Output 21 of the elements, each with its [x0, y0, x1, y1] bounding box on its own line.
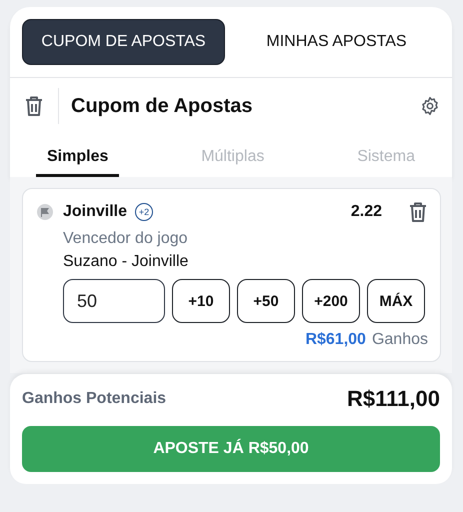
quick-amount-button[interactable]: MÁX: [367, 279, 425, 323]
team-name: Joinville: [63, 203, 128, 221]
trash-icon[interactable]: [408, 201, 428, 223]
coupon-tab[interactable]: CUPOM DE APOSTAS: [22, 19, 225, 65]
potential-winnings-amount: R$111,00: [347, 386, 440, 412]
settings-icon[interactable]: [420, 96, 440, 116]
market-name: Vencedor do jogo: [63, 230, 189, 248]
trash-icon[interactable]: [24, 95, 44, 117]
match-name: Suzano - Joinville: [63, 253, 190, 271]
potential-winnings-label: Ganhos Potenciais: [22, 390, 166, 408]
odds-value: 2.22: [350, 203, 382, 221]
stake-input[interactable]: 50: [63, 279, 165, 323]
winnings-label: Ganhos: [372, 331, 428, 349]
team-crest-icon: [37, 204, 53, 220]
extra-markets-badge[interactable]: +2: [135, 203, 154, 221]
coupon-tab[interactable]: MINHAS APOSTAS: [233, 19, 440, 65]
quick-amount-button[interactable]: +200: [302, 279, 360, 323]
winnings-amount: R$61,00: [305, 331, 366, 349]
quick-amount-button[interactable]: +50: [237, 279, 295, 323]
quick-amount-button[interactable]: +10: [172, 279, 230, 323]
coupon-title: Cupom de Apostas: [71, 94, 254, 118]
